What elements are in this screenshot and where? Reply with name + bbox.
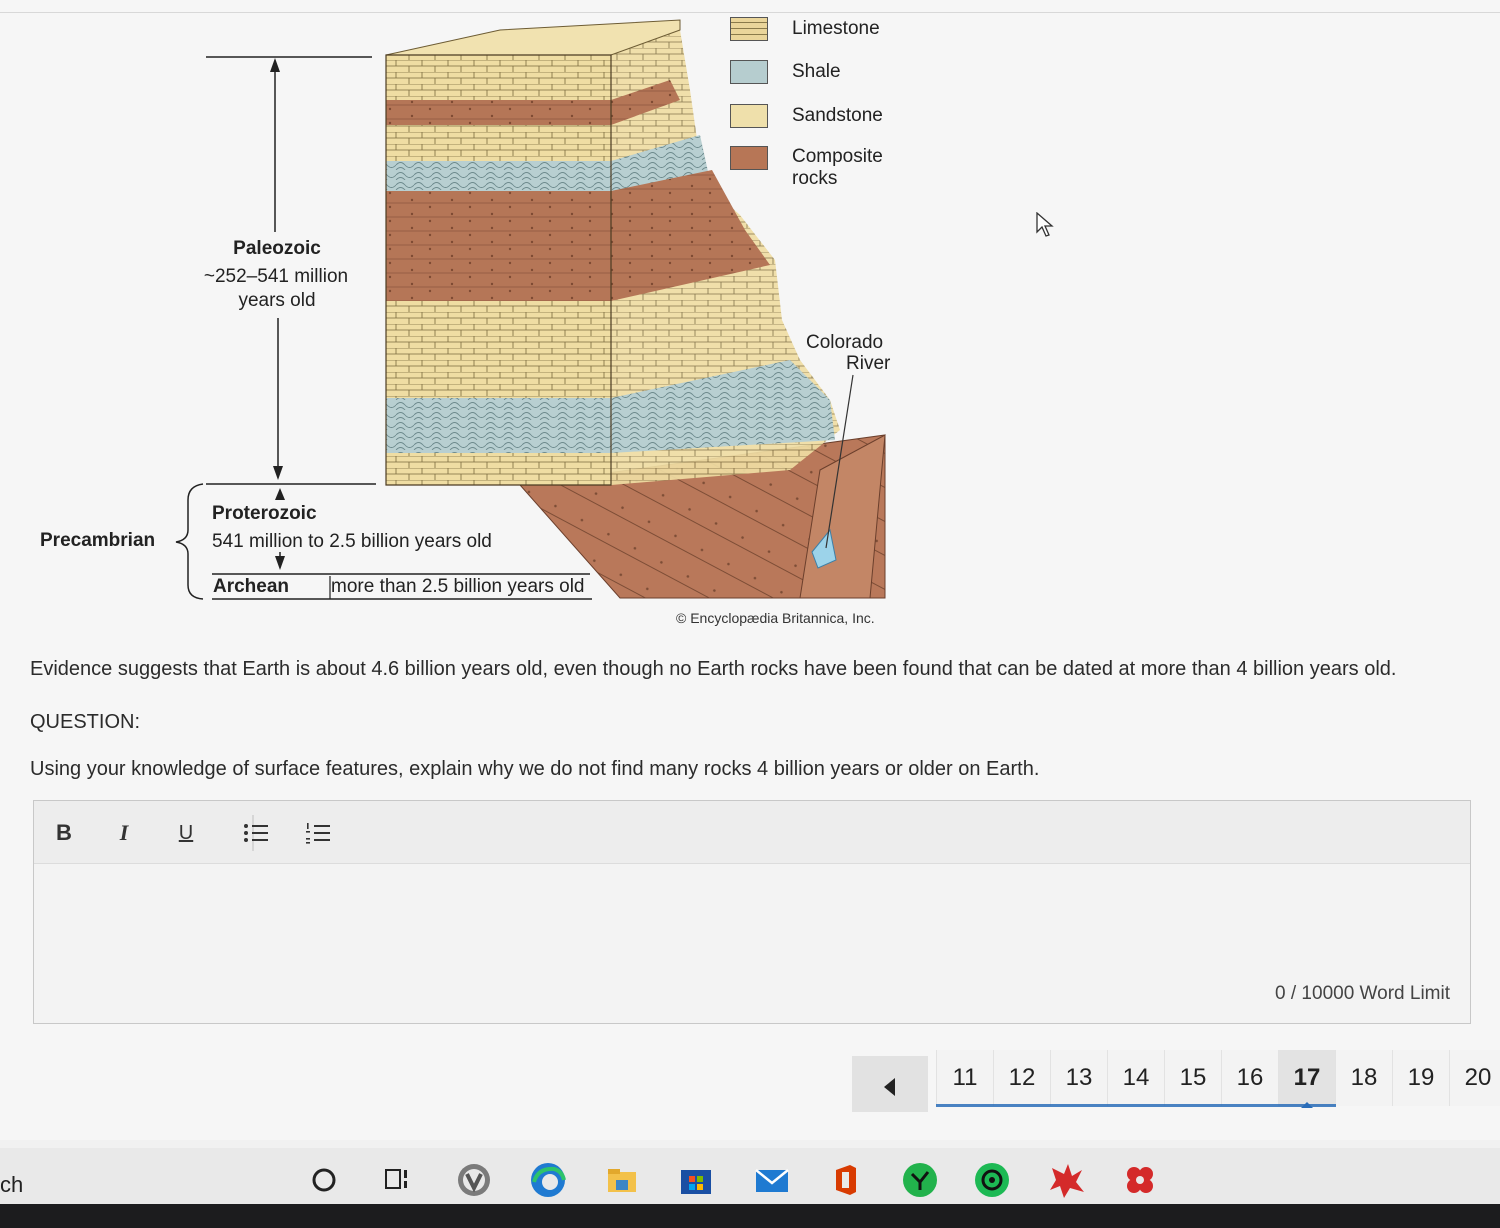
- screen-bezel: [0, 1204, 1500, 1228]
- page-number[interactable]: 18: [1335, 1050, 1392, 1106]
- legend-limestone: Limestone: [730, 17, 880, 41]
- chevron-left-icon: [884, 1078, 895, 1096]
- legend-composite: Composite rocks: [730, 146, 892, 190]
- river-label-line2: River: [846, 353, 891, 374]
- river-label-line1: Colorado: [806, 332, 884, 353]
- bullet-list-button[interactable]: [238, 817, 274, 849]
- pagination-underline: [936, 1104, 1336, 1107]
- shale-swatch: [730, 60, 768, 84]
- page-number[interactable]: 15: [1164, 1050, 1221, 1106]
- page-number[interactable]: 16: [1221, 1050, 1278, 1106]
- page-number[interactable]: 19: [1392, 1050, 1449, 1106]
- proterozoic-title: Proterozoic: [212, 503, 317, 524]
- green-app-icon[interactable]: [900, 1160, 940, 1200]
- sandstone-swatch: [730, 104, 768, 128]
- page-number[interactable]: 14: [1107, 1050, 1164, 1106]
- taskbar-search-box[interactable]: ch: [0, 1172, 23, 1198]
- legend-label: Shale: [792, 61, 841, 82]
- page-number[interactable]: 11: [936, 1050, 993, 1106]
- page-number[interactable]: 13: [1050, 1050, 1107, 1106]
- legend-label: Limestone: [792, 18, 880, 39]
- paleozoic-title: Paleozoic: [233, 238, 321, 259]
- overwatch-icon[interactable]: [454, 1160, 494, 1200]
- red-app-icon[interactable]: [1046, 1160, 1086, 1200]
- page-number-list: 11 12 13 14 15 16 17 18 19 20: [936, 1050, 1500, 1108]
- red-app-2-icon[interactable]: [1120, 1160, 1160, 1200]
- numbered-list-icon: [306, 823, 330, 844]
- office-icon[interactable]: [826, 1160, 866, 1200]
- geologic-cross-section-figure: Limestone Shale Sandstone Composite rock…: [0, 0, 1500, 640]
- editor-toolbar: B I U: [34, 801, 1470, 864]
- image-credit: © Encyclopædia Britannica, Inc.: [676, 610, 875, 626]
- page-number[interactable]: 12: [993, 1050, 1050, 1106]
- previous-page-button[interactable]: [852, 1056, 928, 1112]
- limestone-swatch: [730, 17, 768, 41]
- composite-swatch: [730, 146, 768, 170]
- proterozoic-range: 541 million to 2.5 billion years old: [212, 531, 492, 552]
- question-prompt: Using your knowledge of surface features…: [30, 758, 1040, 780]
- task-view-icon[interactable]: [378, 1160, 418, 1200]
- archean-title: Archean: [213, 576, 290, 597]
- mouse-cursor-icon: [1036, 212, 1054, 237]
- bullet-list-icon: [244, 824, 268, 842]
- underline-button[interactable]: U: [168, 817, 204, 849]
- legend-label: Sandstone: [792, 105, 883, 126]
- word-limit-counter: 0 / 10000 Word Limit: [1275, 983, 1450, 1004]
- edge-icon[interactable]: [528, 1160, 568, 1200]
- store-icon[interactable]: [676, 1160, 716, 1200]
- grand-canyon-strata-illustration: [175, 19, 886, 600]
- mail-icon[interactable]: [752, 1160, 792, 1200]
- answer-editor: B I U 0 / 10000 Word Limit: [33, 800, 1471, 1024]
- paleozoic-age: years old: [238, 290, 316, 311]
- bold-button[interactable]: B: [46, 817, 82, 849]
- evidence-text: Evidence suggests that Earth is about 4.…: [30, 658, 1397, 680]
- numbered-list-button[interactable]: [300, 817, 336, 849]
- italic-button[interactable]: I: [106, 817, 142, 849]
- windows-taskbar: ch: [0, 1148, 1500, 1210]
- paleozoic-range: ~252–541 million: [203, 266, 349, 287]
- file-explorer-icon[interactable]: [602, 1160, 642, 1200]
- legend-sandstone: Sandstone: [730, 104, 883, 128]
- page-number[interactable]: 20: [1449, 1050, 1500, 1106]
- legend-label: Composite rocks: [792, 146, 883, 189]
- spotify-like-icon[interactable]: [972, 1160, 1012, 1200]
- precambrian-label: Precambrian: [40, 530, 156, 551]
- answer-text-area[interactable]: [34, 863, 1470, 1023]
- cortana-icon[interactable]: [304, 1160, 344, 1200]
- archean-range: more than 2.5 billion years old: [331, 576, 585, 597]
- legend-shale: Shale: [730, 60, 841, 84]
- page-number-current[interactable]: 17: [1278, 1050, 1335, 1108]
- question-heading: QUESTION:: [30, 711, 141, 733]
